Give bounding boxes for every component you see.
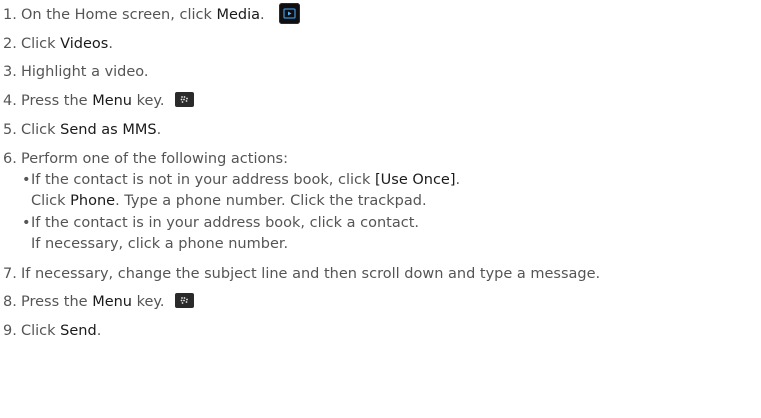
step-number: 9. xyxy=(3,323,17,339)
step-text-end: . xyxy=(96,323,102,339)
ui-term: Phone xyxy=(70,193,116,209)
step-text-end: key. xyxy=(132,294,165,310)
step-5: 5. Click Send as MMS. xyxy=(3,119,161,141)
step-number: 7. xyxy=(3,266,17,282)
ui-term: [Use Once] xyxy=(375,172,456,188)
step-8: 8. Press the Menu key. xyxy=(3,291,195,313)
bullet: • xyxy=(22,215,31,231)
step-7: 7. If necessary, change the subject line … xyxy=(3,263,600,285)
step-text-end: . xyxy=(108,36,113,52)
step-4: 4. Press the Menu key. xyxy=(3,90,195,112)
step-number: 4. xyxy=(3,93,17,109)
step-text: Press the xyxy=(21,294,93,310)
blackberry-menu-key-icon xyxy=(175,91,195,107)
step-text: Highlight a video. xyxy=(21,64,149,80)
step-6-option-b-cont: If necessary, click a phone number. xyxy=(31,233,288,255)
step-number: 1. xyxy=(3,7,17,23)
step-text: If necessary, change the subject line an… xyxy=(21,266,601,282)
step-2: 2. Click Videos. xyxy=(3,33,113,55)
step-text-end: key. xyxy=(132,93,165,109)
step-text: Click xyxy=(21,36,61,52)
step-1: 1. On the Home screen, click Media. xyxy=(3,2,301,26)
step-text: If the contact is in your address book, … xyxy=(31,215,420,231)
step-3: 3. Highlight a video. xyxy=(3,61,149,83)
ui-term: Send xyxy=(60,323,97,339)
media-app-icon xyxy=(279,2,301,24)
step-9: 9. Click Send. xyxy=(3,320,101,342)
step-number: 6. xyxy=(3,151,17,167)
step-text: Click xyxy=(31,193,71,209)
step-text-end: . xyxy=(156,122,162,138)
bullet: • xyxy=(22,172,31,188)
step-number: 5. xyxy=(3,122,17,138)
step-6-option-b: •If the contact is in your address book,… xyxy=(22,212,419,234)
step-text: Click xyxy=(21,323,61,339)
ui-term: Menu xyxy=(92,93,132,109)
step-text-end: . xyxy=(455,172,461,188)
step-6-option-a: •If the contact is not in your address b… xyxy=(22,169,460,191)
step-text: If necessary, click a phone number. xyxy=(31,236,289,252)
ui-term: Media xyxy=(216,7,261,23)
step-text: On the Home screen, click xyxy=(21,7,217,23)
step-text: Press the xyxy=(21,93,93,109)
step-text: If the contact is not in your address bo… xyxy=(31,172,375,188)
step-text: Perform one of the following actions: xyxy=(21,151,288,167)
step-number: 3. xyxy=(3,64,17,80)
step-text-end: . xyxy=(260,7,265,23)
step-6-option-a-cont: Click Phone. Type a phone number. Click … xyxy=(31,190,427,212)
ui-term: Menu xyxy=(92,294,132,310)
blackberry-menu-key-icon xyxy=(175,292,195,308)
step-number: 8. xyxy=(3,294,17,310)
step-text-end: . Type a phone number. Click the trackpa… xyxy=(115,193,427,209)
step-text: Click xyxy=(21,122,61,138)
step-number: 2. xyxy=(3,36,17,52)
step-6: 6. Perform one of the following actions: xyxy=(3,148,288,170)
ui-term: Videos xyxy=(60,36,109,52)
ui-term: Send as MMS xyxy=(60,122,157,138)
